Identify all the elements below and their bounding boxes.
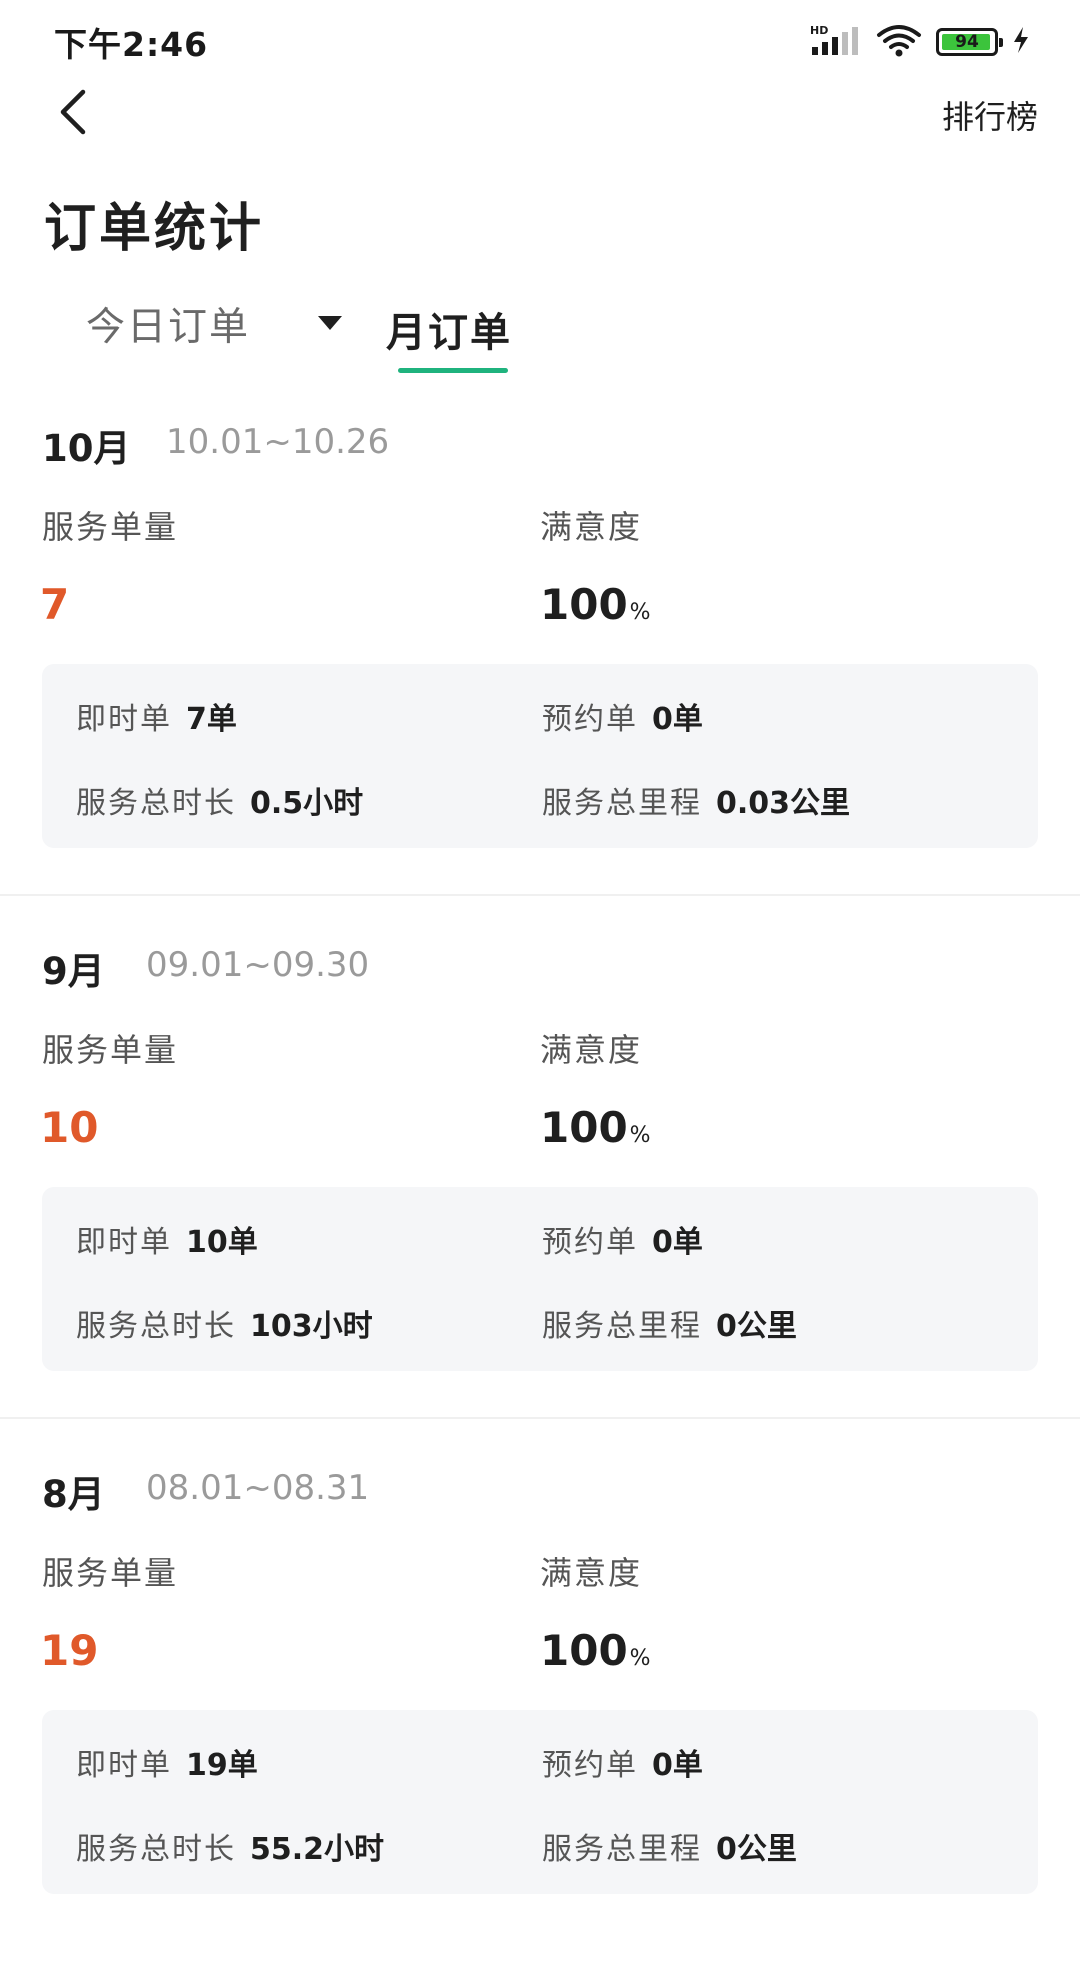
status-time: 下午2:46 xyxy=(54,25,209,64)
order-detail-card: 即时单 7单 预约单 0单 服务总时长 0.5小时 服务总里程 0.03公里 xyxy=(42,664,1038,848)
service-duration-label: 服务总时长 xyxy=(76,786,236,821)
month-section: 10月 10.01~10.26 服务单量 满意度 7 100% 即时单 7单 预约… xyxy=(0,418,1080,941)
svg-text:HD: HD xyxy=(810,24,828,37)
page-title: 订单统计 xyxy=(44,199,265,259)
month-date-range: 08.01~08.31 xyxy=(146,1468,370,1508)
order-detail-card: 即时单 10单 预约单 0单 服务总时长 103小时 服务总里程 0公里 xyxy=(42,1187,1038,1371)
satisfaction-value: 100% xyxy=(540,1103,651,1152)
reserve-order-label: 预约单 xyxy=(542,1748,638,1783)
reserve-order-label: 预约单 xyxy=(542,1225,638,1260)
battery-level: 94 xyxy=(955,32,979,52)
instant-order-stat: 即时单 10单 xyxy=(76,1217,258,1261)
service-duration-value: 55.2小时 xyxy=(250,1832,385,1867)
instant-order-stat: 即时单 19单 xyxy=(76,1740,258,1784)
service-mileage-stat: 服务总里程 0.03公里 xyxy=(542,778,850,822)
service-duration-label: 服务总时长 xyxy=(76,1309,236,1344)
section-divider xyxy=(0,1417,1080,1419)
percent-unit: % xyxy=(629,1646,651,1671)
service-duration-label: 服务总时长 xyxy=(76,1832,236,1867)
satisfaction-label: 满意度 xyxy=(540,1031,643,1069)
instant-order-label: 即时单 xyxy=(76,1225,172,1260)
service-mileage-value: 0.03公里 xyxy=(716,786,851,821)
service-mileage-stat: 服务总里程 0公里 xyxy=(542,1824,797,1868)
service-duration-stat: 服务总时长 0.5小时 xyxy=(76,778,363,822)
reserve-order-label: 预约单 xyxy=(542,702,638,737)
service-mileage-label: 服务总里程 xyxy=(542,1309,702,1344)
month-title: 10月 xyxy=(42,427,131,470)
instant-order-value: 7单 xyxy=(186,702,237,737)
month-date-range: 10.01~10.26 xyxy=(166,422,390,462)
wifi-icon xyxy=(876,23,922,61)
service-mileage-label: 服务总里程 xyxy=(542,1832,702,1867)
instant-order-stat: 即时单 7单 xyxy=(76,694,237,738)
service-duration-value: 103小时 xyxy=(250,1309,373,1344)
reserve-order-value: 0单 xyxy=(652,702,703,737)
month-title: 9月 xyxy=(42,950,105,993)
charging-icon xyxy=(1012,26,1030,58)
satisfaction-value: 100% xyxy=(540,580,651,629)
order-detail-card: 即时单 19单 预约单 0单 服务总时长 55.2小时 服务总里程 0公里 xyxy=(42,1710,1038,1894)
reserve-order-stat: 预约单 0单 xyxy=(542,694,703,738)
section-divider xyxy=(0,894,1080,896)
satisfaction-label: 满意度 xyxy=(540,508,643,546)
reserve-order-value: 0单 xyxy=(652,1748,703,1783)
month-date-range: 09.01~09.30 xyxy=(146,945,370,985)
service-duration-value: 0.5小时 xyxy=(250,786,364,821)
instant-order-label: 即时单 xyxy=(76,1748,172,1783)
instant-order-value: 19单 xyxy=(186,1748,258,1783)
triangle-down-icon[interactable] xyxy=(314,312,346,334)
ranking-link[interactable]: 排行榜 xyxy=(942,92,1038,138)
status-icons: HD 94 xyxy=(810,24,1030,60)
service-count-value: 10 xyxy=(40,1103,99,1152)
service-count-value: 7 xyxy=(40,580,70,629)
service-count-label: 服务单量 xyxy=(42,1554,179,1592)
reserve-order-stat: 预约单 0单 xyxy=(542,1217,703,1261)
active-tab-indicator xyxy=(398,368,508,373)
service-mileage-value: 0公里 xyxy=(716,1309,797,1344)
month-section: 8月 08.01~08.31 服务单量 满意度 19 100% 即时单 19单 预… xyxy=(0,1464,1080,1987)
satisfaction-value: 100% xyxy=(540,1626,651,1675)
service-mileage-label: 服务总里程 xyxy=(542,786,702,821)
chevron-left-icon xyxy=(55,88,89,140)
battery-icon: 94 xyxy=(936,28,1003,56)
service-count-label: 服务单量 xyxy=(42,508,179,546)
percent-unit: % xyxy=(629,600,651,625)
month-title: 8月 xyxy=(42,1473,105,1516)
hd-signal-icon: HD xyxy=(810,23,862,61)
tab-today-orders[interactable]: 今日订单 xyxy=(86,296,250,352)
tab-month-orders[interactable]: 月订单 xyxy=(386,300,512,358)
service-duration-stat: 服务总时长 103小时 xyxy=(76,1301,373,1345)
reserve-order-value: 0单 xyxy=(652,1225,703,1260)
percent-unit: % xyxy=(629,1123,651,1148)
instant-order-value: 10单 xyxy=(186,1225,258,1260)
month-section: 9月 09.01~09.30 服务单量 满意度 10 100% 即时单 10单 预… xyxy=(0,941,1080,1464)
service-count-value: 19 xyxy=(40,1626,99,1675)
satisfaction-label: 满意度 xyxy=(540,1554,643,1592)
service-duration-stat: 服务总时长 55.2小时 xyxy=(76,1824,384,1868)
service-count-label: 服务单量 xyxy=(42,1031,179,1069)
service-mileage-value: 0公里 xyxy=(716,1832,797,1867)
instant-order-label: 即时单 xyxy=(76,702,172,737)
status-bar: 下午2:46 HD 94 xyxy=(0,0,1080,80)
back-button[interactable] xyxy=(48,86,96,142)
reserve-order-stat: 预约单 0单 xyxy=(542,1740,703,1784)
order-tabs: 今日订单 月订单 xyxy=(0,290,1080,380)
service-mileage-stat: 服务总里程 0公里 xyxy=(542,1301,797,1345)
